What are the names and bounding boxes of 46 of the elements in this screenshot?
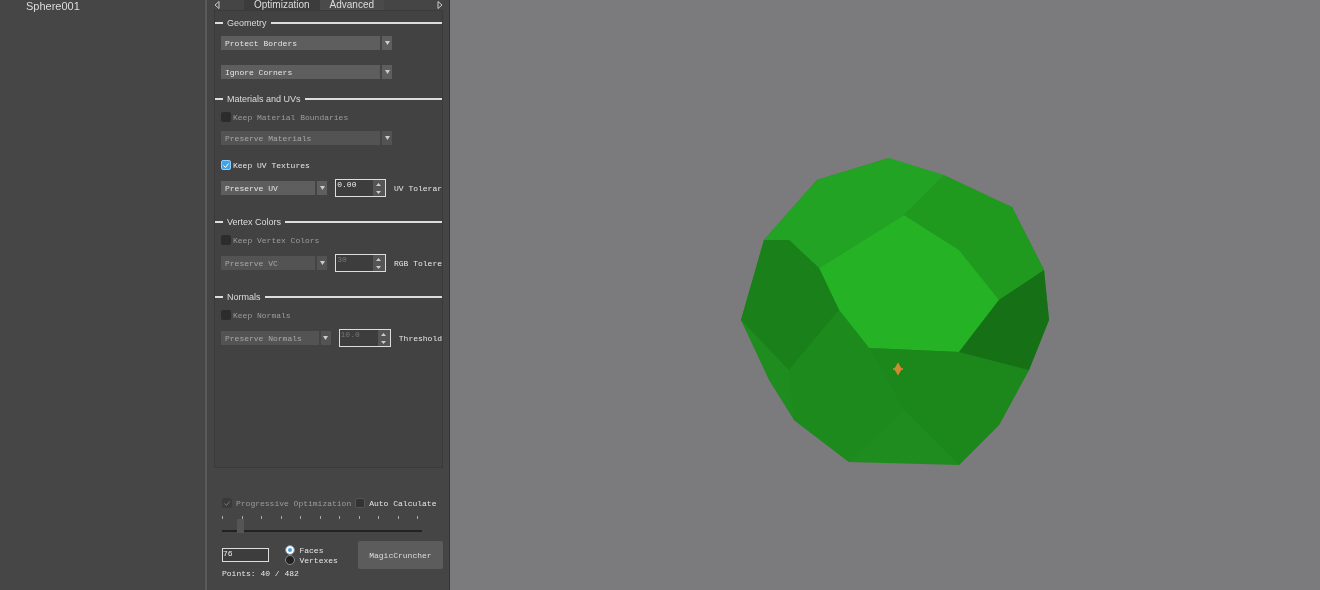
up-arrow-icon <box>376 257 382 261</box>
checkbox-label: Auto Calculate <box>369 498 437 508</box>
checkbox[interactable] <box>355 498 366 508</box>
down-arrow-icon <box>376 265 382 269</box>
radio-button[interactable] <box>285 555 296 565</box>
scroll-right-icon[interactable] <box>437 1 443 9</box>
caret-icon <box>319 186 325 191</box>
dropdown[interactable]: Preserve UV <box>221 181 328 195</box>
tab[interactable]: Optimization <box>244 0 320 10</box>
caret-icon <box>319 261 325 266</box>
group-title: Normals <box>227 292 261 302</box>
checkbox-label: Keep Vertex Colors <box>233 235 320 245</box>
caret-icon <box>384 41 390 46</box>
radio-label: Faces <box>299 545 324 555</box>
group-title: Geometry <box>227 18 267 28</box>
caret-icon <box>384 70 390 75</box>
checkbox-label: Keep Normals <box>233 310 291 320</box>
radio-button[interactable] <box>285 545 296 555</box>
down-arrow-icon <box>376 190 382 194</box>
scroll-left-icon[interactable] <box>214 1 220 9</box>
tree-item[interactable]: Sphere001 <box>26 0 80 12</box>
field-label: Threshold <box>398 333 442 343</box>
number-field[interactable]: 0.00 <box>335 179 386 197</box>
magiccruncher-button[interactable]: MagicCruncher <box>357 541 443 569</box>
check-icon <box>223 163 229 168</box>
checkbox-label: Keep Material Boundaries <box>233 112 349 122</box>
checkbox-label: Keep UV Textures <box>233 160 310 170</box>
dropdown[interactable]: Protect Borders <box>221 36 392 50</box>
group-title: Materials and UVs <box>227 94 301 104</box>
points-text: Points: 40 / 482 <box>222 569 299 578</box>
radio-label: Vertexes <box>299 555 338 565</box>
field-label: UV Tolerar <box>394 183 442 193</box>
field-label: RGB Tolere <box>394 258 442 268</box>
number-field[interactable]: 76 <box>222 548 270 562</box>
group-title: Vertex Colors <box>227 217 282 227</box>
slider-thumb[interactable] <box>237 519 245 533</box>
dropdown[interactable]: Ignore Corners <box>221 65 392 79</box>
up-arrow-icon <box>381 332 387 336</box>
caret-icon <box>323 336 328 341</box>
down-arrow-icon <box>381 340 387 344</box>
check-icon <box>224 501 230 506</box>
checkbox-label: Progressive Optimization <box>236 498 352 508</box>
up-arrow-icon <box>376 182 382 186</box>
tab[interactable]: Advanced <box>319 0 385 10</box>
pivot-icon <box>892 363 904 376</box>
caret-icon <box>384 136 390 141</box>
